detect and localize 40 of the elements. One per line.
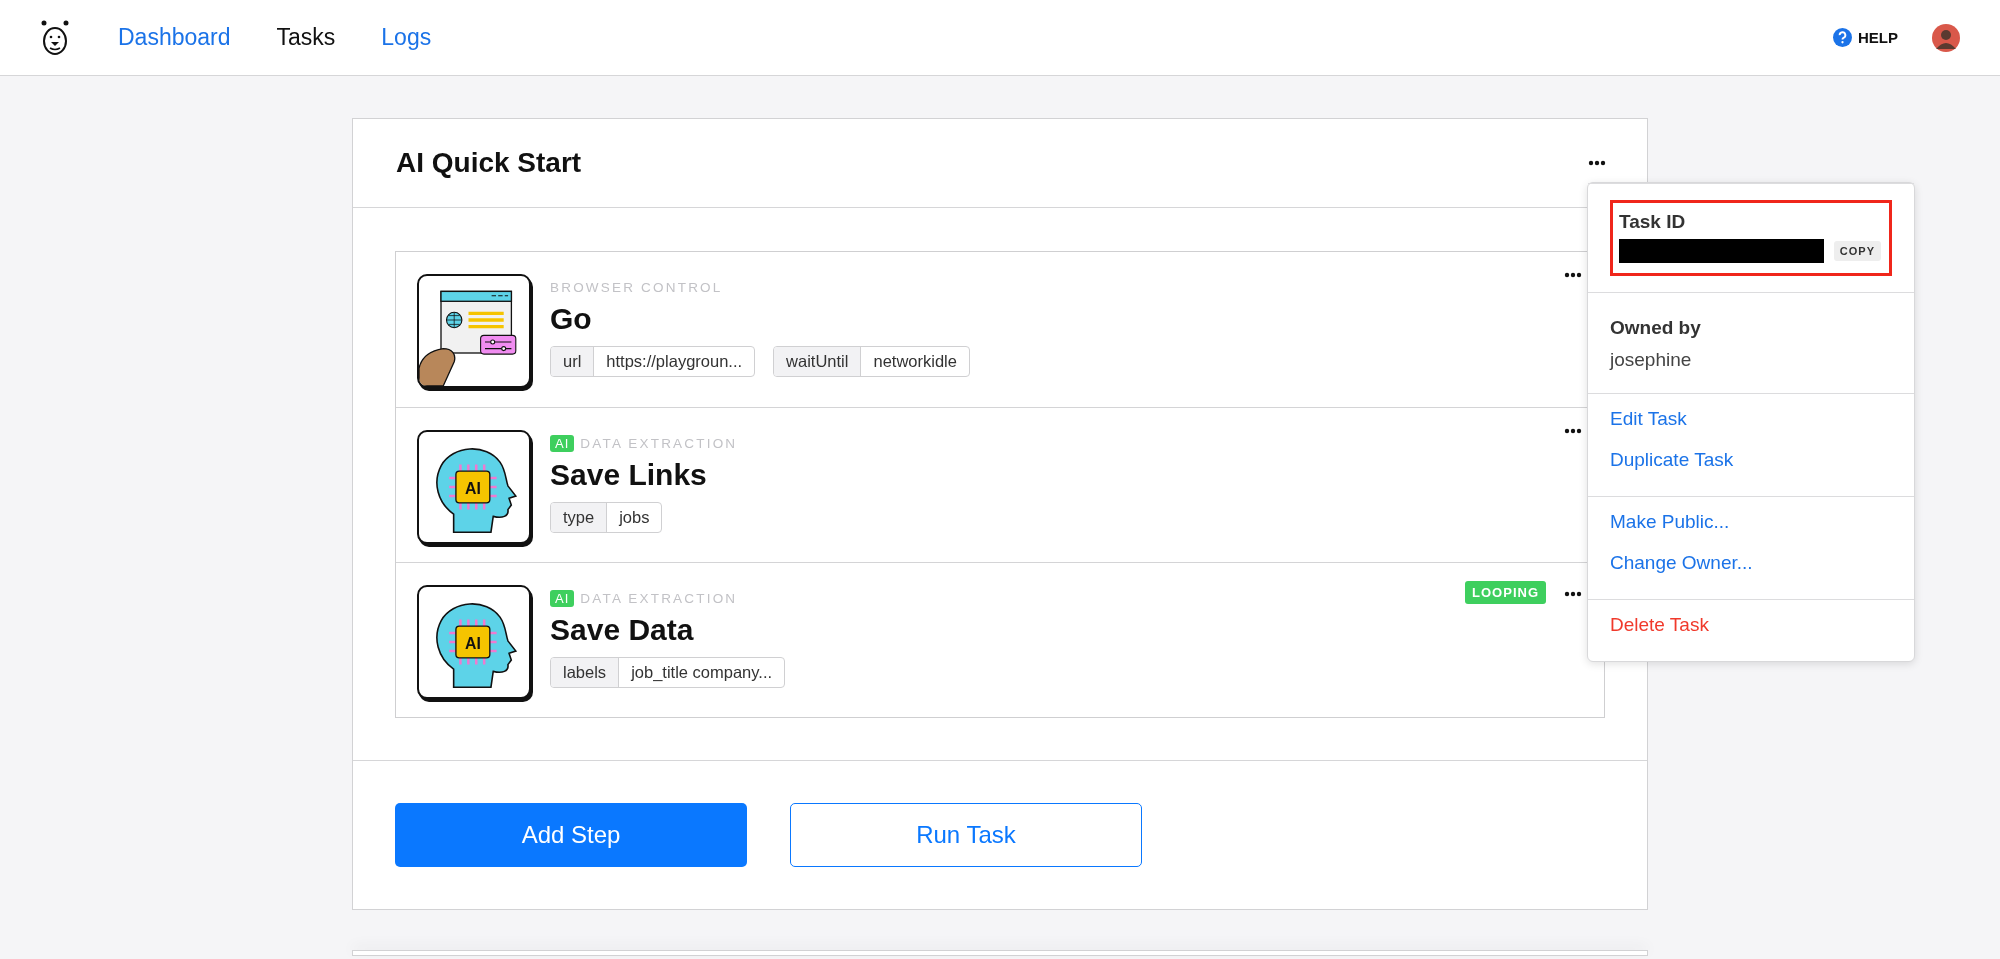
step-category: DATA EXTRACTION	[580, 435, 738, 451]
param-key: url	[551, 347, 595, 376]
step-title[interactable]: Go	[550, 302, 970, 336]
avatar[interactable]	[1932, 23, 1960, 52]
param-key: labels	[551, 658, 620, 687]
more-icon[interactable]	[1588, 160, 1606, 166]
param-key: type	[551, 503, 608, 532]
menu-link[interactable]: Change Owner...	[1610, 552, 1753, 574]
owner-name: josephine	[1610, 349, 1693, 371]
param-value: https://playgroun...	[605, 351, 744, 372]
param-value: job_title company...	[629, 662, 774, 683]
nav-link[interactable]: Logs	[381, 24, 432, 51]
param-key: waitUntil	[774, 347, 862, 376]
step-title[interactable]: Save Links	[550, 458, 738, 492]
task-title: AI Quick Start	[396, 147, 582, 179]
menu-link[interactable]: Make Public...	[1610, 511, 1730, 533]
param-value: jobs	[617, 507, 651, 528]
run-task-button[interactable]: Run Task	[790, 803, 1142, 867]
more-icon[interactable]	[1564, 590, 1582, 597]
step-category: BROWSER CONTROL	[550, 279, 723, 295]
help-icon	[1833, 28, 1852, 47]
task-id-label: Task ID	[1619, 211, 1687, 233]
menu-link[interactable]: Duplicate Task	[1610, 449, 1734, 471]
copy-button[interactable]: COPY	[1833, 241, 1881, 261]
step-title[interactable]: Save Data	[550, 613, 786, 647]
nav-link[interactable]: Dashboard	[118, 24, 231, 51]
menu-link[interactable]: Edit Task	[1610, 408, 1687, 430]
looping-badge: LOOPING	[1465, 581, 1546, 604]
ai-badge: AI	[550, 434, 575, 452]
ai-badge: AI	[550, 589, 575, 607]
step-category: DATA EXTRACTION	[580, 590, 738, 606]
bear-logo[interactable]	[40, 18, 70, 57]
owner-label: Owned by	[1610, 317, 1702, 339]
nav-link[interactable]: Tasks	[276, 24, 336, 51]
more-icon[interactable]	[1564, 272, 1582, 278]
more-icon[interactable]	[1564, 428, 1582, 434]
add-step-button[interactable]: Add Step	[395, 803, 747, 867]
help-link[interactable]: HELP	[1833, 28, 1898, 47]
delete-link[interactable]: Delete Task	[1610, 614, 1709, 636]
param-value: networkidle	[872, 351, 958, 372]
